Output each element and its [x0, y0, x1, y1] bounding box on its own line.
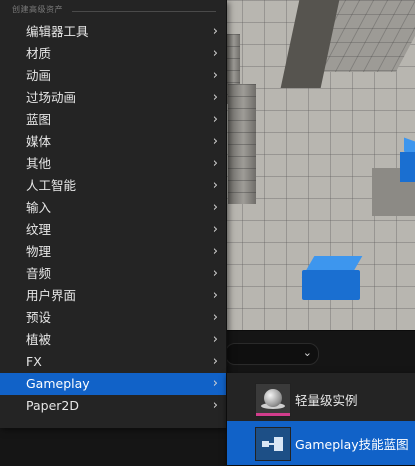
- filter-dropdown[interactable]: ⌄: [225, 343, 319, 365]
- menu-item-label: 蓝图: [26, 112, 52, 127]
- chevron-right-icon: ›: [212, 178, 218, 193]
- menu-item-label: 过场动画: [26, 90, 77, 105]
- chevron-right-icon: ›: [212, 244, 218, 259]
- menu-item-label: 输入: [26, 200, 52, 215]
- menu-item-input[interactable]: 输入 ›: [0, 197, 226, 219]
- sphere-thumbnail-icon: [255, 383, 291, 417]
- menu-item-physics[interactable]: 物理 ›: [0, 241, 226, 263]
- menu-item-label: 媒体: [26, 134, 52, 149]
- chevron-right-icon: ›: [212, 354, 218, 369]
- menu-item-animation[interactable]: 动画 ›: [0, 65, 226, 87]
- menu-item-editor-tools[interactable]: 编辑器工具 ›: [0, 21, 226, 43]
- menu-item-label: Paper2D: [26, 398, 79, 413]
- menu-item-cinematics[interactable]: 过场动画 ›: [0, 87, 226, 109]
- menu-item-gameplay[interactable]: Gameplay ›: [0, 373, 226, 395]
- menu-item-label: 编辑器工具: [26, 24, 89, 39]
- gameplay-submenu: 轻量级实例 Gameplay技能蓝图: [227, 373, 415, 465]
- menu-item-blueprints[interactable]: 蓝图 ›: [0, 109, 226, 131]
- blue-cube-center: [302, 270, 360, 300]
- submenu-item-label: Gameplay技能蓝图: [295, 437, 409, 452]
- menu-item-label: 植被: [26, 332, 52, 347]
- chevron-right-icon: ›: [212, 200, 218, 215]
- menu-item-label: 其他: [26, 156, 52, 171]
- submenu-item-label: 轻量级实例: [295, 393, 358, 408]
- chevron-right-icon: ›: [212, 398, 218, 413]
- chevron-down-icon: ⌄: [302, 346, 312, 359]
- submenu-item-gameplay-ability-blueprint[interactable]: Gameplay技能蓝图: [227, 421, 415, 465]
- menu-item-ai[interactable]: 人工智能 ›: [0, 175, 226, 197]
- blue-cube-right: [400, 152, 415, 182]
- blueprint-thumbnail-icon: [255, 427, 291, 461]
- menu-item-user-interface[interactable]: 用户界面 ›: [0, 285, 226, 307]
- chevron-right-icon: ›: [212, 310, 218, 325]
- menu-item-media[interactable]: 媒体 ›: [0, 131, 226, 153]
- create-asset-menu: 创建高级资产 编辑器工具 › 材质 › 动画 › 过场动画 › 蓝图 › 媒体 › 其他 › …: [0, 0, 227, 428]
- chevron-right-icon: ›: [212, 24, 218, 39]
- menu-item-label: 材质: [26, 46, 52, 61]
- menu-item-label: FX: [26, 354, 42, 369]
- menu-item-label: 物理: [26, 244, 52, 259]
- menu-item-fx[interactable]: FX ›: [0, 351, 226, 373]
- menu-item-textures[interactable]: 纹理 ›: [0, 219, 226, 241]
- chevron-right-icon: ›: [212, 222, 218, 237]
- chevron-right-icon: ›: [212, 266, 218, 281]
- blueprint-node-right: [274, 437, 283, 451]
- submenu-item-lightweight-instance[interactable]: 轻量级实例: [227, 377, 415, 421]
- menu-section-header: 创建高级资产: [12, 5, 63, 14]
- menu-item-label: 动画: [26, 68, 52, 83]
- chevron-right-icon: ›: [212, 68, 218, 83]
- menu-item-misc[interactable]: 其他 ›: [0, 153, 226, 175]
- chevron-right-icon: ›: [212, 156, 218, 171]
- menu-item-label: 音频: [26, 266, 52, 281]
- chevron-right-icon: ›: [212, 112, 218, 127]
- menu-item-paper2d[interactable]: Paper2D ›: [0, 395, 226, 417]
- chevron-right-icon: ›: [212, 46, 218, 61]
- menu-item-label: 人工智能: [26, 178, 77, 193]
- chevron-right-icon: ›: [212, 288, 218, 303]
- menu-item-audio[interactable]: 音频 ›: [0, 263, 226, 285]
- menu-item-materials[interactable]: 材质 ›: [0, 43, 226, 65]
- blueprint-node-left: [262, 441, 269, 447]
- chevron-right-icon: ›: [212, 376, 218, 391]
- menu-item-foliage[interactable]: 植被 ›: [0, 329, 226, 351]
- asset-type-color-bar: [256, 413, 290, 416]
- chevron-right-icon: ›: [212, 332, 218, 347]
- column-mesh: [228, 84, 256, 204]
- chevron-right-icon: ›: [212, 134, 218, 149]
- menu-item-label: 用户界面: [26, 288, 77, 303]
- menu-item-presets[interactable]: 预设 ›: [0, 307, 226, 329]
- chevron-right-icon: ›: [212, 90, 218, 105]
- menu-header-divider: [72, 11, 216, 12]
- menu-item-label: 预设: [26, 310, 52, 325]
- sphere-shape: [264, 389, 282, 407]
- menu-item-label: 纹理: [26, 222, 52, 237]
- menu-item-label: Gameplay: [26, 376, 90, 391]
